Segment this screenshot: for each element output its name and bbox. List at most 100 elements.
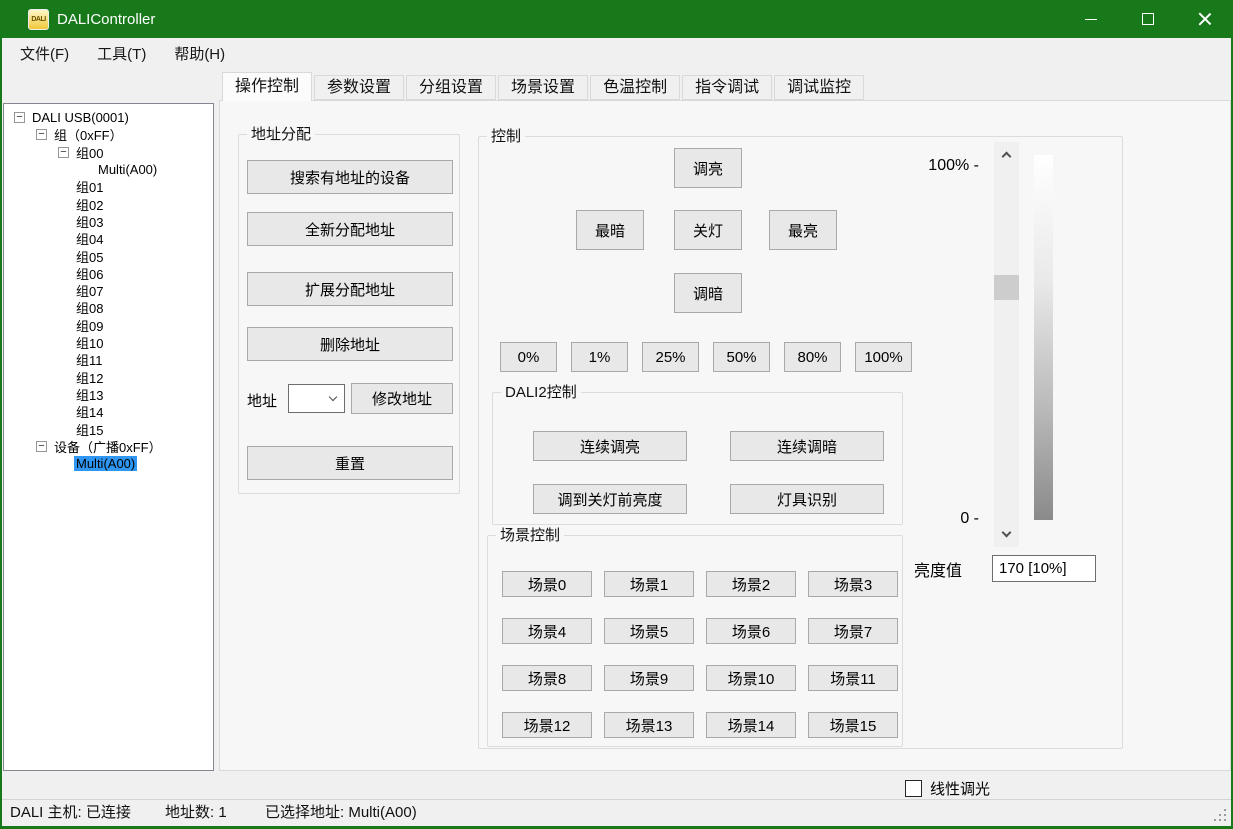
tree-item-17[interactable]: 组14: [4, 403, 213, 420]
tree-item-16[interactable]: 组13: [4, 386, 213, 403]
scene-button-1[interactable]: 场景1: [604, 571, 694, 597]
menu-file[interactable]: 文件(F): [6, 38, 83, 71]
modify-address-button[interactable]: 修改地址: [351, 383, 453, 414]
tree-item-20[interactable]: Multi(A00): [4, 455, 213, 472]
dim-button[interactable]: 调暗: [674, 273, 742, 313]
status-host: DALI 主机: 已连接: [10, 800, 131, 826]
tree-item-5[interactable]: 组02: [4, 195, 213, 212]
scene-button-15[interactable]: 场景15: [808, 712, 898, 738]
scene-button-11[interactable]: 场景11: [808, 665, 898, 691]
address-combobox[interactable]: [288, 384, 345, 413]
scene-button-10[interactable]: 场景10: [706, 665, 796, 691]
delete-address-button[interactable]: 删除地址: [247, 327, 453, 361]
luminaire-identify-button[interactable]: 灯具识别: [730, 484, 884, 514]
tab-2[interactable]: 分组设置: [406, 75, 496, 100]
assign-extended-address-button[interactable]: 扩展分配地址: [247, 272, 453, 306]
tree-collapse-icon[interactable]: [58, 147, 69, 158]
scene-button-3[interactable]: 场景3: [808, 571, 898, 597]
device-tree[interactable]: DALI USB(0001)组（0xFF）组00Multi(A00)组01组02…: [3, 103, 214, 771]
tree-item-15[interactable]: 组12: [4, 368, 213, 385]
tree-item-13[interactable]: 组10: [4, 334, 213, 351]
chevron-up-icon: [1002, 152, 1012, 162]
resize-grip[interactable]: [1224, 819, 1227, 822]
tab-1[interactable]: 参数设置: [314, 75, 404, 100]
tree-item-18[interactable]: 组15: [4, 420, 213, 437]
scene-button-12[interactable]: 场景12: [502, 712, 592, 738]
tab-5[interactable]: 指令调试: [682, 75, 772, 100]
tree-item-9[interactable]: 组06: [4, 265, 213, 282]
maximize-icon: [1142, 13, 1154, 25]
brightness-value-field[interactable]: 170 [10%]: [992, 555, 1096, 582]
scene-button-5[interactable]: 场景5: [604, 618, 694, 644]
tab-4[interactable]: 色温控制: [590, 75, 680, 100]
brightness-gradient-bar: [1034, 155, 1053, 520]
scene-button-9[interactable]: 场景9: [604, 665, 694, 691]
percent-button-0%[interactable]: 0%: [500, 342, 557, 372]
tree-item-7[interactable]: 组04: [4, 230, 213, 247]
dali2-control-group: DALI2控制 连续调亮 连续调暗 调到关灯前亮度 灯具识别: [492, 392, 903, 525]
scroll-up-button[interactable]: [994, 144, 1019, 166]
control-group: 控制 调亮 最暗 关灯 最亮 调暗 0%1%25%50%80%100% DALI…: [478, 136, 1123, 749]
scene-button-7[interactable]: 场景7: [808, 618, 898, 644]
menu-tools[interactable]: 工具(T): [83, 38, 160, 71]
recall-last-level-button[interactable]: 调到关灯前亮度: [533, 484, 687, 514]
close-button[interactable]: [1176, 0, 1233, 38]
reset-button[interactable]: 重置: [247, 446, 453, 480]
tree-item-8[interactable]: 组05: [4, 247, 213, 264]
percent-button-25%[interactable]: 25%: [642, 342, 699, 372]
tree-collapse-icon[interactable]: [36, 441, 47, 452]
minimize-button[interactable]: [1062, 0, 1119, 38]
scroll-down-button[interactable]: [994, 523, 1019, 545]
assign-new-address-button[interactable]: 全新分配地址: [247, 212, 453, 246]
tree-item-1[interactable]: 组（0xFF）: [4, 126, 213, 143]
percent-button-100%[interactable]: 100%: [855, 342, 912, 372]
tree-item-2[interactable]: 组00: [4, 144, 213, 161]
tree-item-12[interactable]: 组09: [4, 317, 213, 334]
scene-button-6[interactable]: 场景6: [706, 618, 796, 644]
brighten-button[interactable]: 调亮: [674, 148, 742, 188]
scene-button-grid: 场景0 场景1 场景2 场景3 场景4 场景5 场景6 场景7 场景8 场景9 场景10 场景11 场景…: [502, 571, 898, 738]
percent-button-80%[interactable]: 80%: [784, 342, 841, 372]
menu-help[interactable]: 帮助(H): [160, 38, 239, 71]
scene-button-4[interactable]: 场景4: [502, 618, 592, 644]
scene-button-2[interactable]: 场景2: [706, 571, 796, 597]
scene-button-13[interactable]: 场景13: [604, 712, 694, 738]
window-controls: [1062, 0, 1233, 38]
tree-item-3[interactable]: Multi(A00): [4, 161, 213, 178]
tree-item-11[interactable]: 组08: [4, 299, 213, 316]
search-addressed-devices-button[interactable]: 搜索有地址的设备: [247, 160, 453, 194]
tree-item-0[interactable]: DALI USB(0001): [4, 109, 213, 126]
scrollbar-thumb[interactable]: [994, 275, 1019, 300]
maximize-button[interactable]: [1119, 0, 1176, 38]
tab-3[interactable]: 场景设置: [498, 75, 588, 100]
lamp-off-button[interactable]: 关灯: [674, 210, 742, 250]
tree-item-4[interactable]: 组01: [4, 178, 213, 195]
tree-collapse-icon[interactable]: [36, 129, 47, 140]
tree-item-10[interactable]: 组07: [4, 282, 213, 299]
tree-item-label: 组04: [74, 229, 105, 248]
scene-button-0[interactable]: 场景0: [502, 571, 592, 597]
linear-dimming-label: 线性调光: [930, 778, 990, 799]
linear-dimming-checkbox[interactable]: [905, 780, 922, 797]
brightest-button[interactable]: 最亮: [769, 210, 837, 250]
scene-button-14[interactable]: 场景14: [706, 712, 796, 738]
percent-button-50%[interactable]: 50%: [713, 342, 770, 372]
tab-6[interactable]: 调试监控: [774, 75, 864, 100]
statusbar: DALI 主机: 已连接 地址数: 1 已选择地址: Multi(A00): [0, 799, 1233, 829]
dimmest-button[interactable]: 最暗: [576, 210, 644, 250]
tree-collapse-icon[interactable]: [14, 112, 25, 123]
continuous-brighten-button[interactable]: 连续调亮: [533, 431, 687, 461]
scene-group-title: 场景控制: [496, 526, 564, 546]
tree-item-label: 组15: [74, 420, 105, 439]
tree-item-19[interactable]: 设备（广播0xFF）: [4, 438, 213, 455]
tab-0[interactable]: 操作控制: [222, 72, 312, 101]
continuous-dim-button[interactable]: 连续调暗: [730, 431, 884, 461]
tree-item-6[interactable]: 组03: [4, 213, 213, 230]
scene-button-8[interactable]: 场景8: [502, 665, 592, 691]
tree-item-14[interactable]: 组11: [4, 351, 213, 368]
tree-expander-slot: [14, 112, 30, 123]
address-label: 地址: [247, 390, 277, 411]
percent-button-1%[interactable]: 1%: [571, 342, 628, 372]
brightness-scrollbar[interactable]: [994, 142, 1019, 547]
tree-item-label: Multi(A00): [96, 162, 159, 177]
